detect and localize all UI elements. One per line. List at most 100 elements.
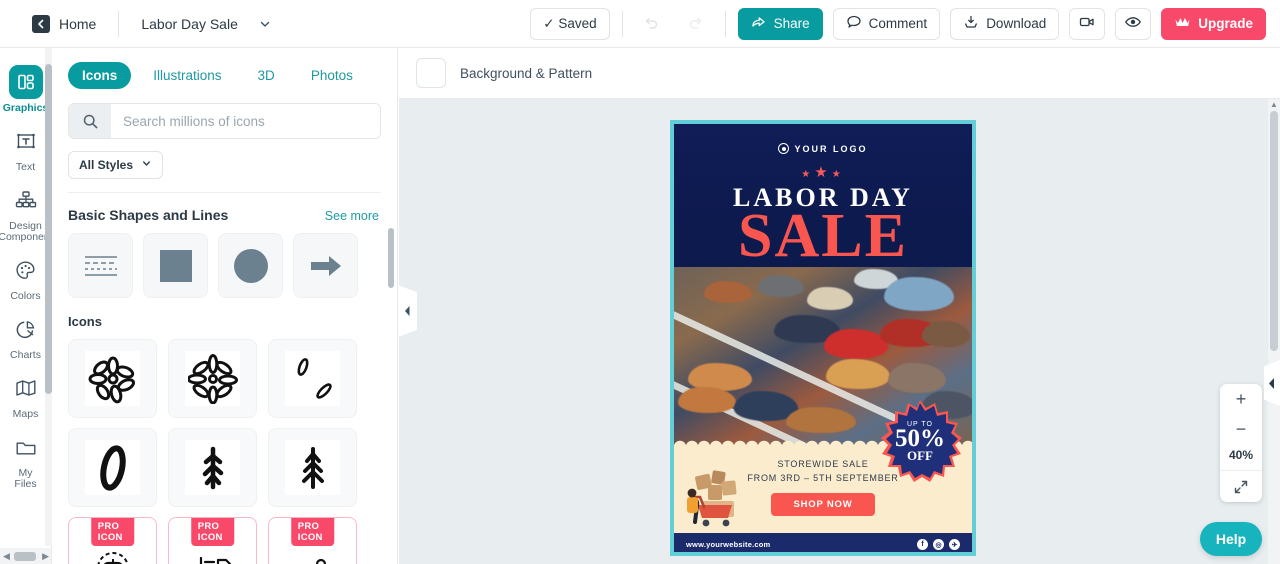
shape-square[interactable] xyxy=(143,233,208,298)
home-button[interactable]: Home xyxy=(32,14,97,33)
zoom-in-button[interactable]: + xyxy=(1220,384,1262,414)
pie-chart-icon xyxy=(9,312,43,346)
icon-daisy-sketch[interactable] xyxy=(168,339,257,418)
sidebar-item-text[interactable]: Text xyxy=(0,117,51,176)
hierarchy-icon xyxy=(9,183,43,217)
shoe xyxy=(888,363,946,393)
pro-badge: PRO ICON xyxy=(290,518,335,546)
graphics-panel: Icons Illustrations 3D Photos All Styles… xyxy=(52,48,398,564)
expand-right-panel-button[interactable] xyxy=(1264,360,1280,406)
panel-header: Icons Illustrations 3D Photos All Styles xyxy=(52,48,397,193)
sidebar-item-charts[interactable]: Charts xyxy=(0,305,51,364)
search-bar xyxy=(68,103,381,139)
sidebar-item-graphics[interactable]: Graphics xyxy=(0,58,51,117)
rail-vertical-scrollbar[interactable] xyxy=(45,48,52,546)
discount-badge: UP TO 50% OFF xyxy=(878,399,962,483)
all-styles-label: All Styles xyxy=(79,158,134,172)
video-camera-icon xyxy=(1078,13,1096,34)
tab-illustrations[interactable]: Illustrations xyxy=(139,62,235,89)
collapse-panel-button[interactable] xyxy=(398,285,417,337)
shape-lines[interactable] xyxy=(68,233,133,298)
poster-website-url: www.yourwebsite.com xyxy=(686,540,771,549)
basic-shapes-grid xyxy=(52,223,397,298)
zoom-out-button[interactable]: − xyxy=(1220,414,1262,444)
chevron-down-icon[interactable] xyxy=(258,17,272,31)
scroll-thumb[interactable] xyxy=(45,64,52,394)
toolbar-divider xyxy=(118,10,120,37)
scroll-thumb[interactable] xyxy=(1270,111,1278,351)
background-pattern-label[interactable]: Background & Pattern xyxy=(460,66,592,81)
rail-horizontal-scrollbar[interactable]: ◀ ▶ xyxy=(0,548,51,564)
facebook-icon: f xyxy=(917,539,928,550)
all-styles-dropdown[interactable]: All Styles xyxy=(68,151,164,179)
zoom-level-label: 40% xyxy=(1228,448,1254,462)
section-title: Basic Shapes and Lines xyxy=(68,207,229,223)
shoe xyxy=(758,275,804,297)
canvas-vertical-scrollbar[interactable]: ▲ xyxy=(1268,99,1280,564)
poster-design[interactable]: YOUR LOGO ★★★ LABOR DAY SALE STOREWIDE S… xyxy=(670,120,976,556)
panel-scrollbar-thumb[interactable] xyxy=(388,228,394,288)
scroll-right-icon[interactable]: ▶ xyxy=(39,551,51,562)
toolbar-divider-2 xyxy=(621,10,623,37)
search-icon[interactable] xyxy=(69,104,111,138)
sidebar-item-design-component[interactable]: Design Component xyxy=(0,176,51,246)
sidebar-item-label: Maps xyxy=(12,408,39,420)
scroll-left-icon[interactable]: ◀ xyxy=(0,551,13,562)
shoe xyxy=(704,281,752,303)
document-title[interactable]: Labor Day Sale xyxy=(141,16,238,32)
icon-pine-tree-sketch[interactable] xyxy=(268,428,357,507)
sidebar-item-label: Graphics xyxy=(2,102,49,114)
tab-3d[interactable]: 3D xyxy=(244,62,289,89)
scroll-thumb[interactable] xyxy=(14,551,36,561)
icon-network-nodes-pro[interactable]: PRO ICON xyxy=(268,517,357,564)
twitter-icon: ✈ xyxy=(949,539,960,550)
saved-button[interactable]: ✓ Saved xyxy=(530,7,610,40)
background-swatch[interactable] xyxy=(416,58,446,88)
eye-icon xyxy=(1124,13,1142,34)
logo-ring-icon xyxy=(778,143,790,154)
icon-robot-pro[interactable]: PRO ICON xyxy=(68,517,157,564)
poster-hero: YOUR LOGO ★★★ LABOR DAY SALE xyxy=(674,124,972,267)
panel-tabs: Icons Illustrations 3D Photos xyxy=(68,62,381,89)
top-toolbar: Home Labor Day Sale ✓ Saved Share Commen… xyxy=(0,0,1280,48)
icon-document-flow-pro[interactable]: PRO ICON xyxy=(168,517,257,564)
shoe xyxy=(786,407,856,433)
tab-photos[interactable]: Photos xyxy=(297,62,367,89)
help-button[interactable]: Help xyxy=(1200,522,1262,556)
arrow-shape xyxy=(310,255,341,276)
cart-illustration xyxy=(687,470,737,527)
tab-icons[interactable]: Icons xyxy=(68,62,132,89)
shape-circle[interactable] xyxy=(218,233,283,298)
icons-grid-row-1 xyxy=(52,329,397,418)
back-arrow-icon xyxy=(32,14,50,33)
icon-flower-sketch[interactable] xyxy=(68,339,157,418)
shop-now-button[interactable]: SHOP NOW xyxy=(771,493,875,516)
shoe xyxy=(826,359,890,389)
canvas-area: Background & Pattern ▲ YOUR LOGO ★★★ LAB… xyxy=(399,48,1280,564)
record-video-button[interactable] xyxy=(1069,7,1106,40)
sidebar-item-my-files[interactable]: My Files xyxy=(0,423,51,493)
toolbar-divider-3 xyxy=(724,10,726,37)
download-button[interactable]: Download xyxy=(950,7,1060,40)
sidebar-item-label: Text xyxy=(15,161,36,173)
comment-button[interactable]: Comment xyxy=(832,7,941,40)
preview-button[interactable] xyxy=(1115,7,1152,40)
app-root: Home Labor Day Sale ✓ Saved Share Commen… xyxy=(0,0,1280,564)
search-input[interactable] xyxy=(111,104,380,138)
upgrade-button[interactable]: Upgrade xyxy=(1161,7,1266,40)
redo-icon xyxy=(687,14,704,34)
icon-oval-sketch[interactable] xyxy=(68,428,157,507)
icon-shrub-sketch[interactable] xyxy=(168,428,257,507)
sidebar-item-maps[interactable]: Maps xyxy=(0,364,51,423)
sidebar-item-colors[interactable]: Colors xyxy=(0,246,51,305)
shape-arrow[interactable] xyxy=(293,233,358,298)
scroll-up-icon[interactable]: ▲ xyxy=(1268,99,1280,111)
share-button[interactable]: Share xyxy=(737,7,823,40)
icon-leaves-sketch[interactable] xyxy=(268,339,357,418)
home-label: Home xyxy=(59,15,97,32)
redo-button[interactable] xyxy=(679,8,713,40)
fit-screen-button[interactable] xyxy=(1220,470,1262,502)
see-more-link[interactable]: See more xyxy=(325,209,379,223)
shoe xyxy=(922,321,970,347)
undo-button[interactable] xyxy=(635,8,669,40)
